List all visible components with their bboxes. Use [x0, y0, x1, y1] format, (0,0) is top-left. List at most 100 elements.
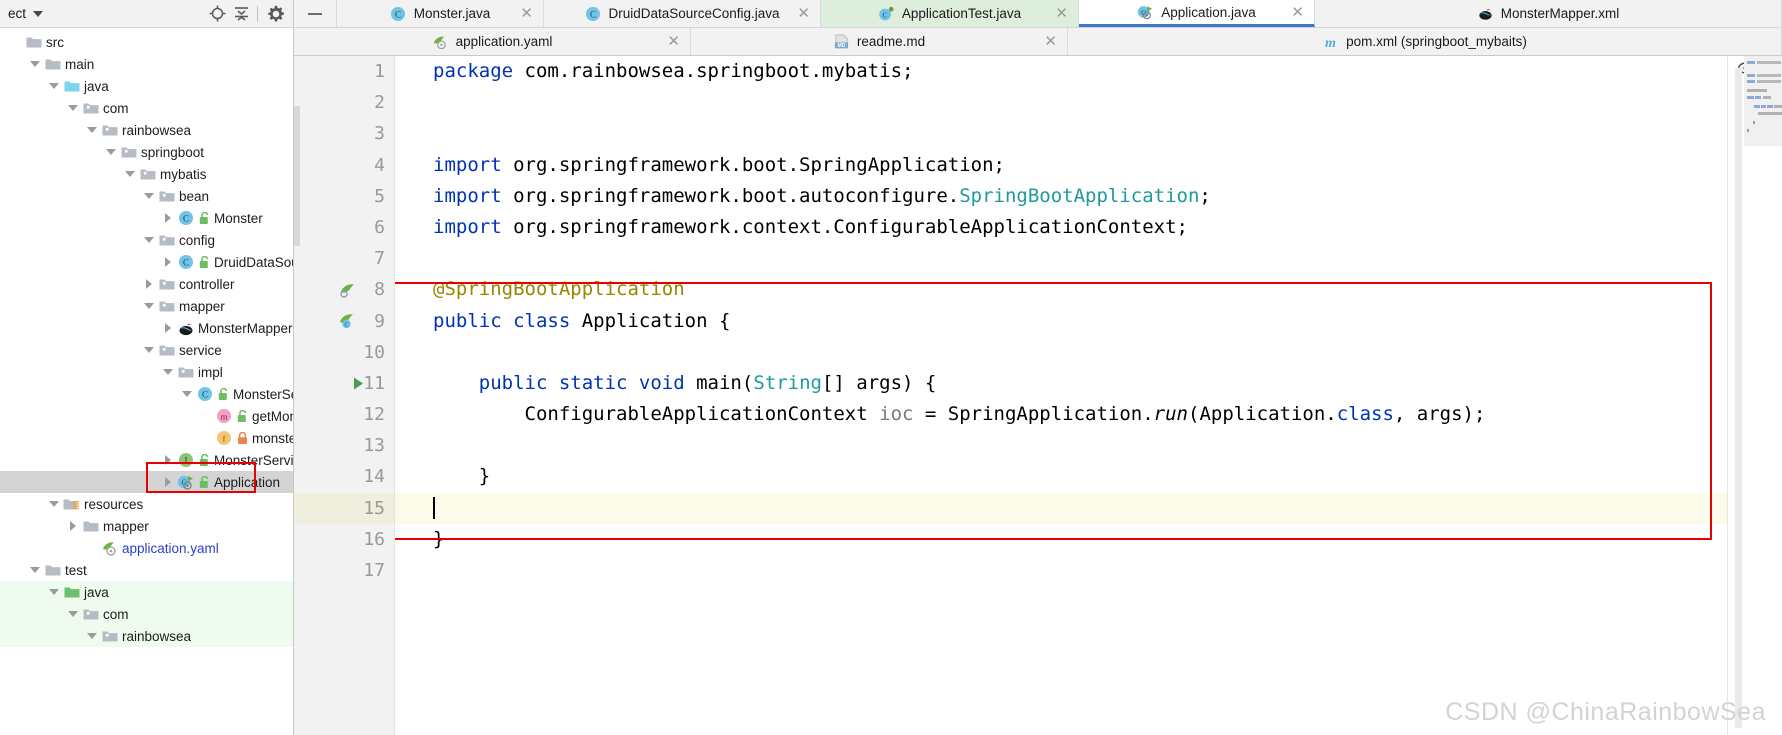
tree-node-java[interactable]: java	[0, 581, 293, 603]
editor-gutter[interactable]: 123456789C1011121314151617	[294, 56, 395, 735]
gutter-line-4[interactable]: 4	[294, 150, 394, 181]
tree-node-monster[interactable]: fmonster	[0, 427, 293, 449]
tree-node-service[interactable]: service	[0, 339, 293, 361]
chevron-down-icon[interactable]	[141, 339, 157, 361]
chevron-right-icon[interactable]	[65, 515, 81, 537]
chevron-down-icon[interactable]	[46, 75, 62, 97]
code-line-5[interactable]: import org.springframework.boot.autoconf…	[395, 181, 1727, 212]
gutter-line-3[interactable]: 3	[294, 118, 394, 149]
tree-node-mapper[interactable]: mapper	[0, 295, 293, 317]
close-icon[interactable]: ✕	[1044, 34, 1057, 49]
chevron-down-icon[interactable]	[65, 97, 81, 119]
code-line-3[interactable]	[395, 118, 1727, 149]
chevron-right-icon[interactable]	[160, 317, 176, 339]
tree-node-monsterservic[interactable]: IMonsterServic	[0, 449, 293, 471]
gear-icon[interactable]	[265, 3, 287, 25]
chevron-right-icon[interactable]	[160, 471, 176, 493]
code-line-8[interactable]: @SpringBootApplication	[395, 274, 1727, 305]
tree-node-java[interactable]: java	[0, 75, 293, 97]
chevron-down-icon[interactable]	[141, 295, 157, 317]
close-icon[interactable]: ✕	[667, 34, 680, 49]
gutter-line-15[interactable]: 15	[294, 493, 394, 524]
chevron-down-icon[interactable]	[46, 581, 62, 603]
gutter-line-6[interactable]: 6	[294, 212, 394, 243]
gutter-line-16[interactable]: 16	[294, 524, 394, 555]
close-icon[interactable]: ✕	[1291, 5, 1304, 20]
spring-bean-icon[interactable]	[339, 274, 358, 305]
code-line-17[interactable]	[395, 555, 1727, 586]
chevron-down-icon[interactable]	[141, 185, 157, 207]
gutter-line-2[interactable]: 2	[294, 87, 394, 118]
code-line-4[interactable]: import org.springframework.boot.SpringAp…	[395, 150, 1727, 181]
tree-node-src[interactable]: src	[0, 31, 293, 53]
code-line-12[interactable]: ConfigurableApplicationContext ioc = Spr…	[395, 399, 1727, 430]
chevron-down-icon[interactable]	[122, 163, 138, 185]
code-line-9[interactable]: public class Application {	[395, 306, 1727, 337]
tree-node-mybatis[interactable]: mybatis	[0, 163, 293, 185]
gutter-line-8[interactable]: 8	[294, 274, 394, 305]
editor-tab-application-java[interactable]: CApplication.java✕	[1079, 0, 1315, 27]
code-line-1[interactable]: package com.rainbowsea.springboot.mybati…	[395, 56, 1727, 87]
tree-node-monstermapper[interactable]: MonsterMapper	[0, 317, 293, 339]
editor-tab-monstermapper-xml[interactable]: MonsterMapper.xml	[1315, 0, 1782, 27]
gutter-line-1[interactable]: 1	[294, 56, 394, 87]
gutter-line-9[interactable]: 9C	[294, 306, 394, 337]
code-line-15[interactable]	[395, 493, 1727, 524]
project-tree[interactable]: srcmainjavacomrainbowseaspringbootmybati…	[0, 28, 293, 647]
tree-node-monsterser[interactable]: CMonsterSer	[0, 383, 293, 405]
editor-tab-applicationtest-java[interactable]: CApplicationTest.java✕	[821, 0, 1079, 27]
chevron-down-icon[interactable]	[103, 141, 119, 163]
locate-icon[interactable]	[206, 3, 228, 25]
tree-node-impl[interactable]: impl	[0, 361, 293, 383]
gutter-line-10[interactable]: 10	[294, 337, 394, 368]
gutter-line-17[interactable]: 17	[294, 555, 394, 586]
hide-tool-window-button[interactable]	[294, 0, 337, 27]
chevron-down-icon[interactable]	[84, 625, 100, 647]
chevron-down-icon[interactable]	[27, 53, 43, 75]
chevron-down-icon[interactable]	[160, 361, 176, 383]
tree-node-main[interactable]: main	[0, 53, 293, 75]
collapse-all-icon[interactable]	[230, 3, 252, 25]
editor-tab-row-1[interactable]: CMonster.java✕CDruidDataSourceConfig.jav…	[294, 0, 1782, 28]
code-line-10[interactable]	[395, 337, 1727, 368]
chevron-down-icon[interactable]	[33, 11, 43, 17]
code-line-6[interactable]: import org.springframework.context.Confi…	[395, 212, 1727, 243]
tree-node-bean[interactable]: bean	[0, 185, 293, 207]
chevron-down-icon[interactable]	[141, 229, 157, 251]
gutter-line-11[interactable]: 11	[294, 368, 394, 399]
chevron-down-icon[interactable]	[27, 559, 43, 581]
gutter-line-13[interactable]: 13	[294, 430, 394, 461]
tree-node-application[interactable]: CApplication	[0, 471, 293, 493]
tree-node-monster[interactable]: CMonster	[0, 207, 293, 229]
tree-node-rainbowsea[interactable]: rainbowsea	[0, 119, 293, 141]
close-icon[interactable]: ✕	[797, 6, 810, 21]
tree-node-springboot[interactable]: springboot	[0, 141, 293, 163]
tree-node-test[interactable]: test	[0, 559, 293, 581]
gutter-line-7[interactable]: 7	[294, 243, 394, 274]
close-icon[interactable]: ✕	[520, 6, 533, 21]
tree-node-druiddatasour[interactable]: CDruidDataSour	[0, 251, 293, 273]
spring-run-icon[interactable]: C	[339, 306, 365, 337]
tree-node-config[interactable]: config	[0, 229, 293, 251]
tree-node-resources[interactable]: resources	[0, 493, 293, 515]
chevron-right-icon[interactable]	[160, 251, 176, 273]
tree-node-mapper[interactable]: mapper	[0, 515, 293, 537]
chevron-right-icon[interactable]	[141, 273, 157, 295]
editor-tab-row-2[interactable]: application.yaml✕MDreadme.md✕mpom.xml (s…	[294, 28, 1782, 56]
tree-node-application-yaml[interactable]: application.yaml	[0, 537, 293, 559]
chevron-right-icon[interactable]	[160, 449, 176, 471]
close-icon[interactable]: ✕	[1055, 6, 1068, 21]
chevron-down-icon[interactable]	[84, 119, 100, 141]
tree-node-rainbowsea[interactable]: rainbowsea	[0, 625, 293, 647]
code-line-7[interactable]	[395, 243, 1727, 274]
tree-node-controller[interactable]: controller	[0, 273, 293, 295]
editor-tab-readme-md[interactable]: MDreadme.md✕	[691, 28, 1068, 55]
tree-node-com[interactable]: com	[0, 97, 293, 119]
tree-node-com[interactable]: com	[0, 603, 293, 625]
tree-node-getmon[interactable]: mgetMon	[0, 405, 293, 427]
code-line-2[interactable]	[395, 87, 1727, 118]
editor-tab-application-yaml[interactable]: application.yaml✕	[294, 28, 691, 55]
code-line-16[interactable]: }	[395, 524, 1727, 555]
chevron-right-icon[interactable]	[160, 207, 176, 229]
editor-tab-monster-java[interactable]: CMonster.java✕	[337, 0, 544, 27]
